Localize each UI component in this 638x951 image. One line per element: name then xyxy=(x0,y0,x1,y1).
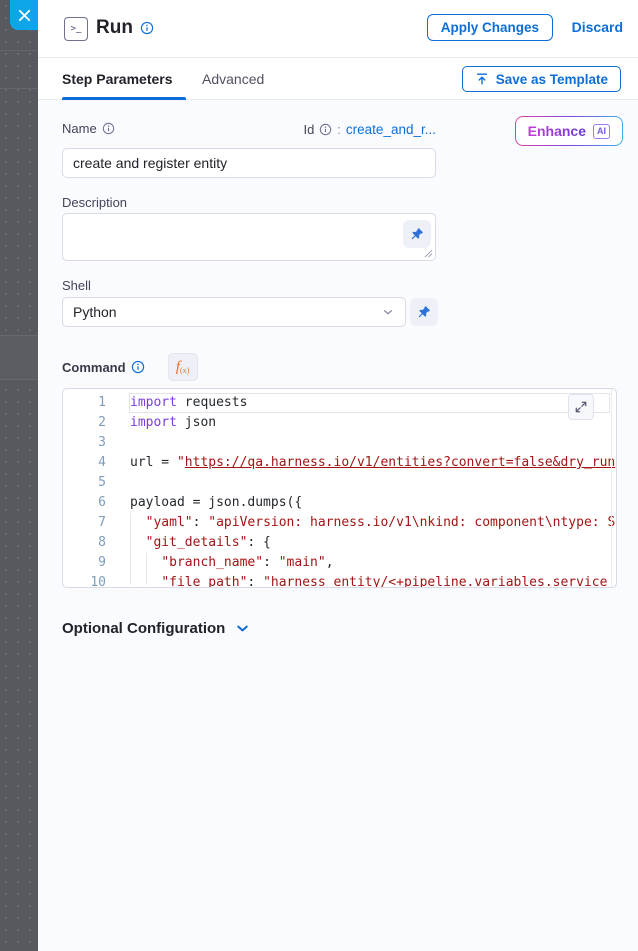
discard-button[interactable]: Discard xyxy=(572,19,623,35)
name-label: Name xyxy=(62,121,115,136)
drawer-header: >_ Run Apply Changes Discard xyxy=(38,0,638,58)
expand-editor-button[interactable] xyxy=(568,394,594,420)
close-drawer-button[interactable] xyxy=(10,0,38,30)
shell-value: Python xyxy=(73,304,117,320)
line-number: 5 xyxy=(63,473,106,493)
resize-handle[interactable] xyxy=(424,249,433,258)
code-line: import json xyxy=(130,413,616,433)
canvas-divider xyxy=(0,88,38,89)
save-as-template-button[interactable]: Save as Template xyxy=(462,66,621,92)
id-value: create_and_r... xyxy=(346,122,436,137)
pin-input-button[interactable] xyxy=(410,298,438,326)
code-line xyxy=(130,433,616,453)
id-separator: : xyxy=(337,122,341,137)
chevron-down-icon xyxy=(381,305,395,319)
pin-icon xyxy=(417,305,431,319)
code-line xyxy=(130,473,616,493)
description-textarea[interactable] xyxy=(62,213,436,261)
code-line: url = "https://qa.harness.io/v1/entities… xyxy=(130,453,616,473)
info-icon[interactable] xyxy=(319,123,332,136)
pin-input-button[interactable] xyxy=(403,220,431,248)
id-label: Id xyxy=(303,122,314,137)
save-as-template-label: Save as Template xyxy=(496,72,608,87)
editor-code: import requestsimport json url = "https:/… xyxy=(130,393,616,588)
line-number: 10 xyxy=(63,573,106,588)
info-icon[interactable] xyxy=(140,21,154,40)
pin-icon xyxy=(410,227,424,241)
apply-changes-button[interactable]: Apply Changes xyxy=(427,14,553,41)
enhance-ai-button[interactable]: Enhance AI xyxy=(515,116,623,146)
canvas-divider xyxy=(0,50,38,51)
code-line: import requests xyxy=(130,393,616,413)
info-icon[interactable] xyxy=(102,122,115,135)
optional-configuration-toggle[interactable]: Optional Configuration xyxy=(62,620,250,637)
description-label: Description xyxy=(62,195,127,210)
line-number: 7 xyxy=(63,513,106,533)
shell-select[interactable]: Python xyxy=(62,297,406,327)
code-line: "yaml": "apiVersion: harness.io/v1\nkind… xyxy=(130,513,616,533)
expression-toggle-button[interactable]: f (x) xyxy=(168,353,198,381)
code-line: payload = json.dumps({ xyxy=(130,493,616,513)
expand-icon xyxy=(575,401,587,413)
code-line: "git_details": { xyxy=(130,533,616,553)
screen: >_ Run Apply Changes Discard Step Parame… xyxy=(0,0,638,951)
active-tab-indicator xyxy=(62,97,186,100)
line-number: 4 xyxy=(63,453,106,473)
editor-gutter: 12345678910 xyxy=(63,393,106,588)
editor-overview-ruler xyxy=(611,389,612,587)
code-line: "file_path": "harness_entity/<+pipeline.… xyxy=(130,573,616,588)
step-config-drawer: >_ Run Apply Changes Discard Step Parame… xyxy=(38,0,638,951)
enhance-label: Enhance xyxy=(528,123,586,139)
line-number: 3 xyxy=(63,433,106,453)
description-field-wrap xyxy=(62,213,436,261)
info-icon[interactable] xyxy=(131,360,145,374)
tab-advanced[interactable]: Advanced xyxy=(202,58,264,100)
indent-guide xyxy=(130,513,131,585)
step-id: Id : create_and_r... xyxy=(303,122,436,137)
line-number: 2 xyxy=(63,413,106,433)
line-number: 9 xyxy=(63,553,106,573)
command-label: Command xyxy=(62,360,126,375)
pipeline-canvas-strip xyxy=(0,0,38,951)
page-title: Run xyxy=(96,17,133,39)
tab-bar: Step Parameters Advanced Save as Templat… xyxy=(38,58,638,100)
line-number: 1 xyxy=(63,393,106,413)
canvas-row xyxy=(0,335,38,380)
shell-label: Shell xyxy=(62,278,91,293)
terminal-step-icon: >_ xyxy=(64,17,88,41)
optional-configuration-label: Optional Configuration xyxy=(62,620,225,637)
indent-guide xyxy=(146,553,147,585)
name-input[interactable] xyxy=(62,148,436,178)
ai-badge: AI xyxy=(593,124,610,139)
tab-step-parameters[interactable]: Step Parameters xyxy=(62,58,173,100)
command-label-row: Command f (x) xyxy=(62,352,198,382)
command-code-editor[interactable]: 12345678910 import requestsimport json ur… xyxy=(62,388,617,588)
chevron-down-icon xyxy=(235,621,250,636)
close-icon xyxy=(18,9,31,22)
line-number: 6 xyxy=(63,493,106,513)
code-line: "branch_name": "main", xyxy=(130,553,616,573)
upload-icon xyxy=(475,72,489,86)
line-number: 8 xyxy=(63,533,106,553)
